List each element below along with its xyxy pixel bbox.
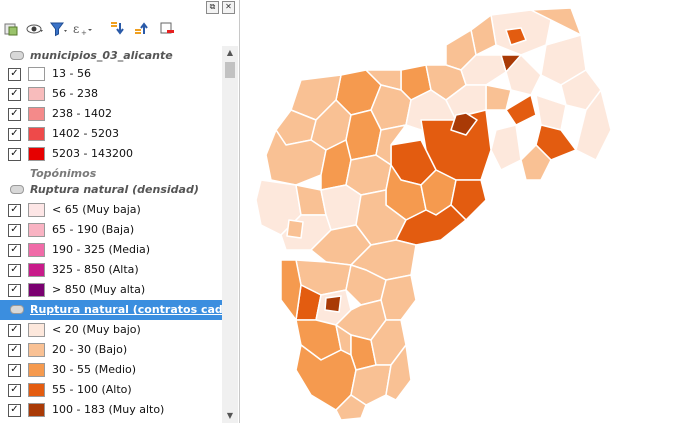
panel-window-buttons: ⧉ ✕	[206, 1, 235, 14]
layers-toolbar: ε +	[0, 16, 240, 44]
scroll-up-icon[interactable]: ▲	[222, 46, 238, 60]
float-panel-button[interactable]: ⧉	[206, 1, 219, 14]
legend-swatch	[28, 243, 45, 257]
scroll-thumb[interactable]	[225, 62, 235, 78]
municipality	[485, 84, 512, 111]
checkbox-checked-icon[interactable]: ✓	[8, 344, 21, 357]
checkbox-checked-icon[interactable]: ✓	[8, 68, 21, 81]
legend-label: < 65 (Muy baja)	[52, 203, 141, 216]
legend-swatch	[28, 107, 45, 121]
scroll-down-icon[interactable]: ▼	[222, 409, 238, 423]
layer-densidad[interactable]: Ruptura natural (densidad)	[0, 180, 222, 200]
legend-label: 65 - 190 (Baja)	[52, 223, 135, 236]
legend-item[interactable]: ✓ < 20 (Muy bajo)	[0, 320, 222, 340]
municipality	[380, 274, 417, 321]
legend-item[interactable]: ✓ 55 - 100 (Alto)	[0, 380, 222, 400]
legend-label: 190 - 325 (Media)	[52, 243, 151, 256]
legend-label: < 20 (Muy bajo)	[52, 323, 141, 336]
checkbox-checked-icon[interactable]: ✓	[8, 128, 21, 141]
legend-item[interactable]: ✓ 325 - 850 (Alta)	[0, 260, 222, 280]
add-layer-icon[interactable]	[0, 16, 22, 42]
legend-label: 238 - 1402	[52, 107, 112, 120]
remove-layer-icon[interactable]	[156, 16, 178, 42]
group-icon	[10, 185, 24, 194]
layer-name: Ruptura natural (contratos cada 10	[30, 303, 222, 316]
legend-swatch	[28, 67, 45, 81]
municipality	[490, 124, 522, 171]
layer-tree-scrollbar[interactable]: ▲ ▼	[222, 46, 238, 423]
eye-icon[interactable]	[24, 16, 46, 42]
layer-contratos[interactable]: Ruptura natural (contratos cada 10	[0, 300, 222, 320]
filter-icon[interactable]	[48, 16, 70, 42]
legend-label: 56 - 238	[52, 87, 98, 100]
close-panel-button[interactable]: ✕	[222, 1, 235, 14]
checkbox-checked-icon[interactable]: ✓	[8, 108, 21, 121]
legend-swatch	[28, 363, 45, 377]
legend-item[interactable]: ✓ 5203 - 143200	[0, 144, 222, 164]
legend-label: 1402 - 5203	[52, 127, 119, 140]
legend-label: 55 - 100 (Alto)	[52, 383, 132, 396]
legend-item[interactable]: ✓ 13 - 56	[0, 64, 222, 84]
checkbox-checked-icon[interactable]: ✓	[8, 148, 21, 161]
legend-swatch	[28, 323, 45, 337]
expression-icon[interactable]: ε +	[72, 16, 94, 42]
layers-panel: ⧉ ✕ ε + municipios_03_alicante ✓ 13 - 56…	[0, 0, 240, 423]
svg-text:ε: ε	[73, 22, 79, 36]
legend-item[interactable]: ✓ 30 - 55 (Medio)	[0, 360, 222, 380]
svg-text:+: +	[81, 29, 87, 37]
municipality	[324, 295, 342, 313]
checkbox-checked-icon[interactable]: ✓	[8, 204, 21, 217]
checkbox-checked-icon[interactable]: ✓	[8, 404, 21, 417]
municipality	[280, 259, 302, 321]
legend-item[interactable]: ✓ 190 - 325 (Media)	[0, 240, 222, 260]
legend-item[interactable]: ✓ < 65 (Muy baja)	[0, 200, 222, 220]
legend-swatch	[28, 127, 45, 141]
municipality	[286, 219, 304, 239]
layer-name: Ruptura natural (densidad)	[30, 183, 199, 196]
legend-label: > 850 (Muy alta)	[52, 283, 146, 296]
legend-item[interactable]: ✓ 100 - 183 (Muy alto)	[0, 400, 222, 420]
collapse-all-icon[interactable]	[130, 16, 152, 42]
checkbox-checked-icon[interactable]: ✓	[8, 364, 21, 377]
legend-item[interactable]: ✓ 56 - 238	[0, 84, 222, 104]
legend-item[interactable]: ✓ 1402 - 5203	[0, 124, 222, 144]
checkbox-checked-icon[interactable]: ✓	[8, 324, 21, 337]
legend-label: 325 - 850 (Alta)	[52, 263, 139, 276]
legend-swatch	[28, 383, 45, 397]
legend-swatch	[28, 147, 45, 161]
legend-label: 5203 - 143200	[52, 147, 133, 160]
group-icon	[10, 305, 24, 314]
group-icon	[10, 51, 24, 60]
alicante-choropleth-map[interactable]	[241, 0, 674, 423]
legend-label: 30 - 55 (Medio)	[52, 363, 137, 376]
checkbox-checked-icon[interactable]: ✓	[8, 264, 21, 277]
map-canvas[interactable]	[241, 0, 674, 423]
legend-item[interactable]: ✓ 20 - 30 (Bajo)	[0, 340, 222, 360]
legend-swatch	[28, 283, 45, 297]
checkbox-checked-icon[interactable]: ✓	[8, 384, 21, 397]
legend-item[interactable]: ✓ > 850 (Muy alta)	[0, 280, 222, 300]
checkbox-checked-icon[interactable]: ✓	[8, 88, 21, 101]
legend-swatch	[28, 203, 45, 217]
checkbox-checked-icon[interactable]: ✓	[8, 284, 21, 297]
legend-swatch	[28, 343, 45, 357]
legend-item[interactable]: ✓ 65 - 190 (Baja)	[0, 220, 222, 240]
legend-item[interactable]: ✓ 238 - 1402	[0, 104, 222, 124]
legend-label: 13 - 56	[52, 67, 91, 80]
legend-swatch	[28, 223, 45, 237]
checkbox-checked-icon[interactable]: ✓	[8, 224, 21, 237]
layer-name: municipios_03_alicante	[30, 49, 173, 62]
legend-label: 20 - 30 (Bajo)	[52, 343, 128, 356]
municipality	[505, 94, 537, 126]
legend-swatch	[28, 87, 45, 101]
legend-label: 100 - 183 (Muy alto)	[52, 403, 165, 416]
legend-swatch	[28, 263, 45, 277]
legend-swatch	[28, 403, 45, 417]
layer-municipios[interactable]: municipios_03_alicante	[0, 46, 222, 66]
layer-tree: municipios_03_alicante ✓ 13 - 56 ✓ 56 - …	[0, 46, 222, 423]
checkbox-checked-icon[interactable]: ✓	[8, 244, 21, 257]
expand-all-icon[interactable]	[106, 16, 128, 42]
